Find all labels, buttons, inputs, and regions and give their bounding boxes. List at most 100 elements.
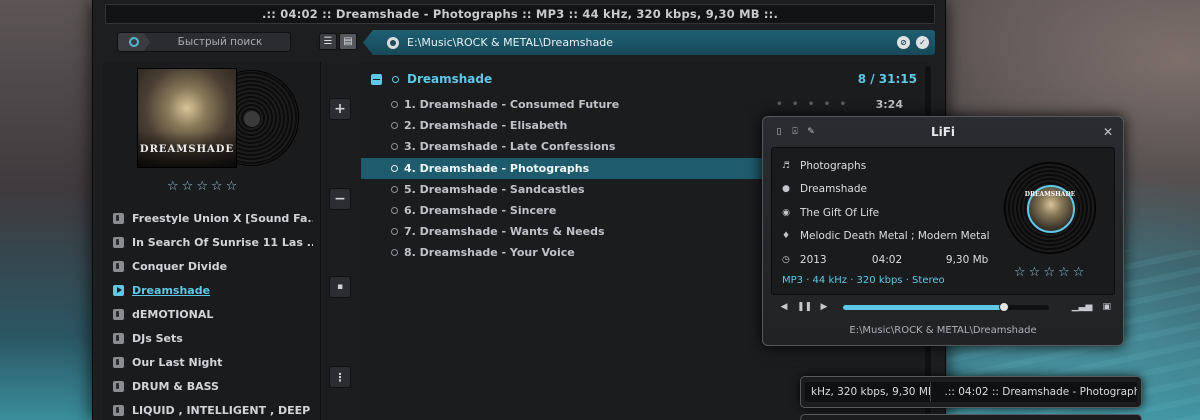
mini-folder-path: E:\Music\ROCK & METAL\Dreamshade bbox=[849, 325, 1037, 336]
transport-controls: ◀ ❚❚ ▶ ▁▃▅ ▣ bbox=[777, 299, 1111, 315]
search-input[interactable] bbox=[150, 33, 290, 51]
star-icon[interactable]: ☆ bbox=[196, 180, 208, 193]
star-icon[interactable]: ☆ bbox=[1073, 266, 1085, 279]
info-album: The Gift Of Life bbox=[800, 206, 880, 219]
library-item[interactable]: In Search Of Sunrise 11 Las ... bbox=[113, 230, 313, 254]
microphone-icon: ♦ bbox=[781, 231, 791, 242]
library-item[interactable]: LIQUID , INTELLIGENT , DEEP bbox=[113, 398, 313, 420]
folder-icon bbox=[113, 308, 124, 320]
library-item-label: In Search Of Sunrise 11 Las ... bbox=[132, 235, 313, 249]
star-icon[interactable]: ☆ bbox=[167, 180, 179, 193]
info-size: 9,30 Mb bbox=[945, 253, 989, 266]
library-item-label: LIQUID , INTELLIGENT , DEEP bbox=[132, 403, 311, 417]
star-icon[interactable]: ☆ bbox=[182, 180, 194, 193]
secondary-ticker bbox=[800, 414, 1142, 420]
mini-cover-logo: DREAMSHADE bbox=[1024, 191, 1076, 198]
desktop-background bbox=[0, 0, 100, 420]
playlist-group-header[interactable]: Dreamshade 8 / 31:15 bbox=[371, 70, 917, 88]
track-ring-icon bbox=[391, 164, 398, 172]
star-icon[interactable]: ☆ bbox=[1058, 266, 1070, 279]
library-item-label: dEMOTIONAL bbox=[132, 307, 214, 321]
library-item[interactable]: Conquer Divide bbox=[113, 254, 313, 278]
detail-view-button[interactable]: ▤ bbox=[339, 33, 357, 50]
browse-icon[interactable]: ⊘ bbox=[897, 36, 910, 49]
library-item[interactable]: DJs Sets bbox=[113, 326, 313, 350]
lock-icon[interactable]: ⍓ bbox=[789, 126, 801, 138]
track-ring-icon bbox=[391, 101, 398, 109]
copy-icon[interactable]: ▯ bbox=[773, 126, 785, 138]
edit-icon[interactable]: ✎ bbox=[805, 126, 817, 138]
confirm-icon[interactable]: ✓ bbox=[916, 36, 929, 49]
scrolling-ticker: kHz, 320 kbps, 9,30 MB ::. .:: 04:02 :: … bbox=[800, 376, 1142, 408]
folder-icon bbox=[113, 380, 124, 392]
search-icon[interactable] bbox=[118, 33, 150, 51]
ticker-right-text: .:: 04:02 :: Dreamshade - Photographs bbox=[944, 386, 1137, 398]
pause-icon[interactable]: ❚❚ bbox=[797, 302, 812, 312]
star-icon[interactable]: ☆ bbox=[1029, 266, 1041, 279]
mini-vinyl-disc[interactable]: DREAMSHADE bbox=[1004, 162, 1096, 254]
album-rating[interactable]: ☆ ☆ ☆ ☆ ☆ bbox=[167, 180, 237, 193]
folder-icon bbox=[113, 404, 124, 416]
equalizer-button[interactable]: ▪ bbox=[329, 276, 351, 298]
library-item-label: DRUM & BASS bbox=[132, 379, 219, 393]
mini-player-window: ▯ ⍓ ✎ LiFi ✕ ♬ Photographs ● Dreamshade ◉ T… bbox=[762, 116, 1124, 346]
track-info-panel: ♬ Photographs ● Dreamshade ◉ The Gift Of Li… bbox=[771, 147, 1115, 295]
track-time: 3:24 bbox=[875, 98, 903, 112]
star-icon[interactable]: ☆ bbox=[1014, 266, 1026, 279]
folder-path-bar[interactable]: E:\Music\ROCK & METAL\Dreamshade ⊘ ✓ bbox=[363, 30, 935, 55]
list-view-button[interactable]: ☰ bbox=[319, 33, 337, 50]
library-item-label: DJs Sets bbox=[132, 331, 183, 345]
star-icon[interactable]: ☆ bbox=[1043, 266, 1055, 279]
ticker-left-text: kHz, 320 kbps, 9,30 MB ::. bbox=[811, 386, 930, 398]
previous-icon[interactable]: ◀ bbox=[777, 302, 791, 312]
playlist-side-toolbar: + − ▪ ⋮ bbox=[321, 62, 361, 420]
star-icon[interactable]: ☆ bbox=[211, 180, 223, 193]
track-row[interactable]: 1. Dreamshade - Consumed Future • • • • •… bbox=[361, 94, 921, 115]
folder-icon bbox=[113, 212, 124, 224]
group-count: 8 / 31:15 bbox=[857, 72, 917, 86]
library-item[interactable]: Our Last Night bbox=[113, 350, 313, 374]
track-ring-icon bbox=[391, 122, 398, 130]
album-cover[interactable]: DREAMSHADE bbox=[137, 68, 237, 168]
library-list: Freestyle Union X [Sound Fa... In Search … bbox=[113, 206, 313, 420]
remove-button[interactable]: − bbox=[329, 188, 351, 210]
track-rating[interactable]: ☆ ☆ ☆ ☆ ☆ bbox=[1014, 266, 1084, 279]
folder-icon bbox=[113, 356, 124, 368]
star-icon[interactable]: ☆ bbox=[226, 180, 238, 193]
disc-icon: ◉ bbox=[782, 207, 790, 218]
seek-handle[interactable] bbox=[998, 301, 1009, 312]
info-duration: 04:02 bbox=[871, 253, 903, 266]
seek-progress bbox=[843, 304, 1004, 310]
playlist-icon[interactable]: ▣ bbox=[1102, 302, 1111, 312]
view-toggle: ☰ ▤ bbox=[319, 33, 357, 50]
seek-bar[interactable] bbox=[843, 301, 1049, 312]
person-icon: ● bbox=[782, 184, 790, 195]
library-item[interactable]: dEMOTIONAL bbox=[113, 302, 313, 326]
grid-button[interactable]: ⋮ bbox=[329, 366, 351, 388]
folder-icon bbox=[113, 332, 124, 344]
collapse-icon[interactable] bbox=[371, 73, 382, 85]
library-item-label: Conquer Divide bbox=[132, 259, 228, 273]
library-item[interactable]: Freestyle Union X [Sound Fa... bbox=[113, 206, 313, 230]
next-icon[interactable]: ▶ bbox=[817, 302, 831, 312]
folder-icon bbox=[387, 36, 399, 49]
add-button[interactable]: + bbox=[329, 98, 351, 120]
info-title: Photographs bbox=[800, 159, 867, 172]
mini-player-titlebar[interactable]: ▯ ⍓ ✎ LiFi ✕ bbox=[773, 125, 1113, 139]
folder-icon bbox=[113, 260, 124, 272]
library-item-label: Freestyle Union X [Sound Fa... bbox=[132, 211, 313, 225]
track-ring-icon bbox=[391, 143, 398, 151]
brand-logo: LiFi bbox=[930, 125, 956, 139]
info-year: 2013 bbox=[799, 253, 827, 266]
folder-icon bbox=[113, 236, 124, 248]
info-album-row: ◉ The Gift Of Life bbox=[780, 201, 998, 225]
library-item[interactable]: Dreamshade bbox=[113, 278, 313, 302]
track-rating-dots: • • • • • bbox=[776, 99, 849, 111]
info-artist-row: ● Dreamshade bbox=[780, 178, 998, 202]
library-item[interactable]: DRUM & BASS bbox=[113, 374, 313, 398]
quick-search[interactable] bbox=[117, 32, 291, 52]
track-ring-icon bbox=[391, 249, 398, 257]
close-icon[interactable]: ✕ bbox=[1103, 125, 1113, 139]
equalizer-icon[interactable]: ▁▃▅ bbox=[1072, 302, 1093, 312]
track-info-list: ♬ Photographs ● Dreamshade ◉ The Gift Of Li… bbox=[780, 154, 998, 272]
